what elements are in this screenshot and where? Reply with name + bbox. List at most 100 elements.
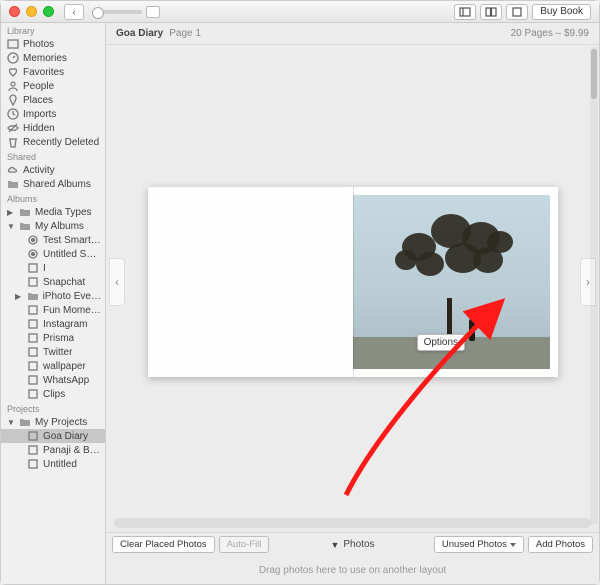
unused-photos-dropdown[interactable]: Unused Photos <box>434 536 524 553</box>
book-spread[interactable] <box>148 187 558 377</box>
titlebar: ‹ Buy Book <box>1 1 599 23</box>
sidebar-item-instagram[interactable]: Instagram <box>1 317 105 331</box>
sidebar-item-activity[interactable]: Activity <box>1 163 105 177</box>
main-content: Goa Diary Page 1 20 Pages – $9.99 ‹ › <box>106 23 599 584</box>
disclosure-triangle-icon[interactable]: ▼ <box>7 418 15 427</box>
sidebar-item-snapchat[interactable]: Snapchat <box>1 275 105 289</box>
spread-view-button[interactable] <box>480 4 502 20</box>
back-button[interactable]: ‹ <box>64 4 84 20</box>
smart-album-icon <box>27 234 39 246</box>
sidebar-section-projects: Projects <box>1 401 105 415</box>
sidebar-item-my-projects[interactable]: ▼My Projects <box>1 415 105 429</box>
sidebar-item-photos[interactable]: Photos <box>1 37 105 51</box>
layout-options-button[interactable] <box>454 4 476 20</box>
clear-placed-photos-button[interactable]: Clear Placed Photos <box>112 536 215 553</box>
person-icon <box>7 80 19 92</box>
buy-book-button[interactable]: Buy Book <box>532 4 591 20</box>
sidebar-item-shared-albums[interactable]: Shared Albums <box>1 177 105 191</box>
add-photos-button[interactable]: Add Photos <box>528 536 593 553</box>
drop-zone-hint[interactable]: Drag photos here to use on another layou… <box>106 556 599 584</box>
album-icon <box>27 304 39 316</box>
book-icon <box>27 444 39 456</box>
page-scrubber[interactable] <box>114 518 591 528</box>
folder-icon <box>27 290 39 302</box>
folder-icon <box>19 206 31 218</box>
sidebar-item-hidden[interactable]: Hidden <box>1 121 105 135</box>
photos-icon <box>7 38 19 50</box>
auto-fill-button[interactable]: Auto-Fill <box>219 536 270 553</box>
photos-app-window: ‹ Buy Book Library Photos Memories Favor… <box>0 0 600 585</box>
vertical-scrollbar[interactable] <box>590 47 598 524</box>
folder-icon <box>7 178 19 190</box>
photos-drawer-toggle[interactable]: ▼ Photos <box>330 539 374 550</box>
bottom-toolbar: Clear Placed Photos Auto-Fill ▼ Photos U… <box>106 532 599 556</box>
trash-icon <box>7 136 19 148</box>
minimize-window-button[interactable] <box>26 6 37 17</box>
album-icon <box>27 360 39 372</box>
single-page-view-button[interactable] <box>506 4 528 20</box>
sidebar-section-library: Library <box>1 23 105 37</box>
sidebar-item-goa-diary[interactable]: Goa Diary <box>1 429 105 443</box>
album-icon <box>27 388 39 400</box>
person-silhouette <box>469 319 475 341</box>
album-icon <box>27 346 39 358</box>
sidebar-item-untitled-project[interactable]: Untitled <box>1 457 105 471</box>
close-window-button[interactable] <box>9 6 20 17</box>
memories-icon <box>7 52 19 64</box>
folder-icon <box>19 416 31 428</box>
page-indicator: Page 1 <box>169 28 201 39</box>
thumbnail-toggle[interactable] <box>146 6 160 18</box>
pin-icon <box>7 94 19 106</box>
sidebar-item-favorites[interactable]: Favorites <box>1 65 105 79</box>
disclosure-triangle-icon[interactable]: ▼ <box>7 222 15 231</box>
sidebar-item-prisma[interactable]: Prisma <box>1 331 105 345</box>
sidebar-item-test-smart[interactable]: Test Smart A... <box>1 233 105 247</box>
tree-icon <box>388 205 530 299</box>
zoom-slider[interactable] <box>92 10 142 14</box>
sidebar-item-untitled-smart[interactable]: Untitled Sma... <box>1 247 105 261</box>
zoom-window-button[interactable] <box>43 6 54 17</box>
clock-icon <box>7 108 19 120</box>
sidebar-item-whatsapp[interactable]: WhatsApp <box>1 373 105 387</box>
sidebar-item-my-albums[interactable]: ▼My Albums <box>1 219 105 233</box>
sidebar-item-twitter[interactable]: Twitter <box>1 345 105 359</box>
project-price-info: 20 Pages – $9.99 <box>511 28 589 39</box>
sidebar-item-media-types[interactable]: ▶Media Types <box>1 205 105 219</box>
chevron-down-icon: ▼ <box>330 540 339 550</box>
sidebar-item-fun-moments[interactable]: Fun Moments <box>1 303 105 317</box>
sidebar-section-albums: Albums <box>1 191 105 205</box>
sidebar-item-clips[interactable]: Clips <box>1 387 105 401</box>
sidebar-item-imports[interactable]: Imports <box>1 107 105 121</box>
disclosure-triangle-icon[interactable]: ▶ <box>7 208 15 217</box>
prev-page-button[interactable]: ‹ <box>109 258 125 306</box>
smart-album-icon <box>27 248 39 260</box>
sidebar-item-iphoto-events[interactable]: ▶iPhoto Events <box>1 289 105 303</box>
options-popover-button[interactable]: Options <box>417 334 465 351</box>
album-icon <box>27 318 39 330</box>
book-icon <box>27 430 39 442</box>
folder-icon <box>19 220 31 232</box>
cloud-icon <box>7 164 19 176</box>
source-list-sidebar[interactable]: Library Photos Memories Favorites People… <box>1 23 106 584</box>
album-icon <box>27 276 39 288</box>
sidebar-item-memories[interactable]: Memories <box>1 51 105 65</box>
window-controls <box>9 6 54 17</box>
scrollbar-thumb[interactable] <box>591 49 597 99</box>
album-icon <box>27 262 39 274</box>
sidebar-item-i[interactable]: I <box>1 261 105 275</box>
sidebar-section-shared: Shared <box>1 149 105 163</box>
heart-icon <box>7 66 19 78</box>
sidebar-item-panaji-bard[interactable]: Panaji & Bard... <box>1 443 105 457</box>
disclosure-triangle-icon[interactable]: ▶ <box>15 292 23 301</box>
sidebar-item-places[interactable]: Places <box>1 93 105 107</box>
sidebar-item-recently-deleted[interactable]: Recently Deleted <box>1 135 105 149</box>
album-icon <box>27 332 39 344</box>
sidebar-item-wallpaper[interactable]: wallpaper <box>1 359 105 373</box>
project-header: Goa Diary Page 1 20 Pages – $9.99 <box>106 23 599 45</box>
eye-off-icon <box>7 122 19 134</box>
album-icon <box>27 374 39 386</box>
book-page-left[interactable] <box>148 187 345 377</box>
book-editor-canvas[interactable]: ‹ › <box>106 45 599 518</box>
book-icon <box>27 458 39 470</box>
sidebar-item-people[interactable]: People <box>1 79 105 93</box>
